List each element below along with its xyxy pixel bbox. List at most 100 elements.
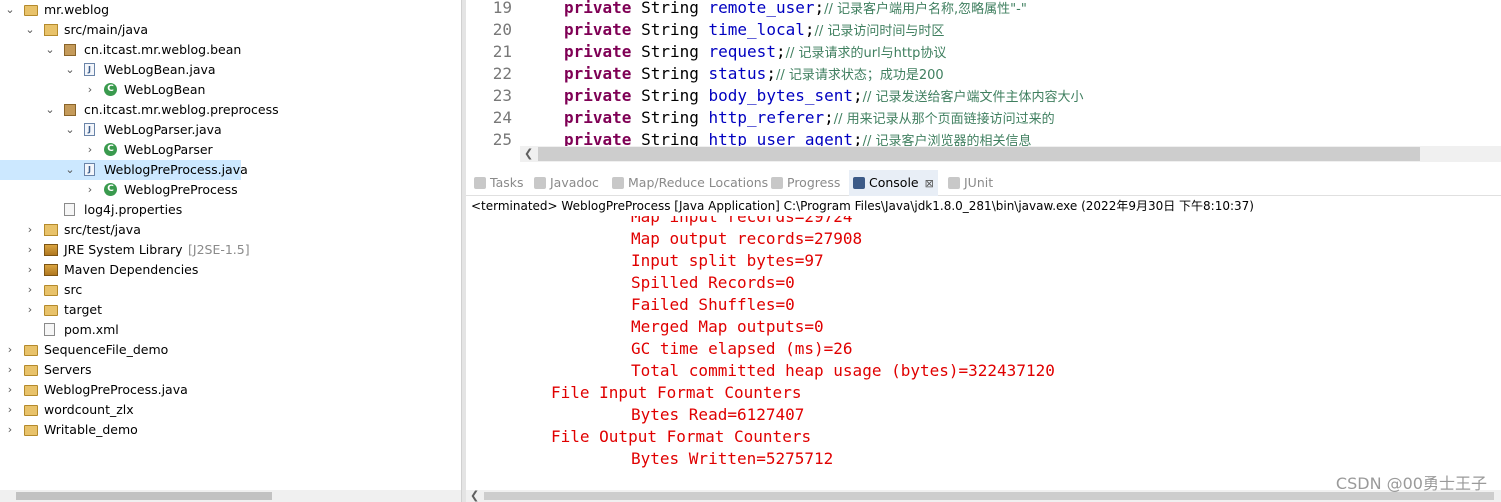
tree-item-label: pom.xml [64,322,119,337]
keyword: private [564,0,632,17]
chevron-right-icon[interactable]: › [84,80,96,100]
chevron-down-icon[interactable]: ⌄ [44,100,56,120]
tree-item[interactable]: ⌄ J WeblogPreProcess.java [0,160,248,180]
tree-item[interactable]: › C WebLogBean [0,80,461,100]
explorer-scroll-thumb[interactable] [16,492,272,500]
tree-item[interactable]: › JRE System Library [J2SE-1.5] [0,240,461,260]
tree-item[interactable]: ⌄ J WebLogBean.java [0,60,461,80]
type-name: String [641,0,699,17]
tree-item[interactable]: ⌄ mr.weblog [0,0,461,20]
line-number: 20 [492,20,512,39]
chevron-right-icon[interactable]: › [84,140,96,160]
tree-item[interactable]: › C WebLogParser [0,140,461,160]
chevron-right-icon[interactable]: › [24,300,36,320]
package-explorer: ⌄ mr.weblog ⌄ src/main/java ⌄ cn.itcast.mr.we… [0,0,461,502]
source-folder-icon [44,224,58,236]
tree-item[interactable]: › C WeblogPreProcess [0,180,461,200]
java-file-icon: J [84,163,95,176]
tree-item[interactable]: › SequenceFile_demo [0,340,461,360]
tree-item[interactable]: › src/test/java [0,220,461,240]
tree-item[interactable]: ⌄ src/main/java [0,20,461,40]
tree-item-label: WeblogPreProcess [124,182,238,197]
scroll-left-icon[interactable]: ❮ [524,146,533,162]
code-comment: // 记录访问时间与时区 [814,24,945,39]
code-line[interactable]: 24 private String http_referer;// 用来记录从那个… [466,107,1501,129]
code-line[interactable]: 23 private String body_bytes_sent;// 记录发送… [466,85,1501,107]
tree-item[interactable]: log4j.properties [0,200,461,220]
chevron-right-icon[interactable]: › [24,220,36,240]
console-icon [853,177,865,189]
close-icon[interactable]: ⊠ [925,177,934,190]
tab-console[interactable]: Console ⊠ [849,170,938,196]
console-line: Bytes Written=5275712 [631,449,834,468]
code-comment: // 记录客户浏览器的相关信息 [862,134,1032,146]
scroll-left-icon[interactable]: ❮ [470,490,479,502]
field-name: request [708,42,776,61]
package-icon [64,44,76,56]
chevron-right-icon[interactable]: › [24,240,36,260]
tab-map-reduce-locations[interactable]: Map/Reduce Locations [612,170,768,196]
tab-label: Tasks [490,175,524,190]
project-icon [24,405,38,416]
chevron-down-icon[interactable]: ⌄ [24,20,36,40]
field-name: status [708,64,767,83]
tree-item-label: WebLogBean.java [104,62,216,77]
editor-scroll-thumb[interactable] [538,147,1420,161]
field-name: http_referer [708,108,825,127]
junit-icon [948,177,960,189]
tree-item[interactable]: › wordcount_zlx [0,400,461,420]
chevron-down-icon[interactable]: ⌄ [64,60,76,80]
tab-tasks[interactable]: Tasks [474,170,524,196]
chevron-right-icon[interactable]: › [4,420,16,440]
tree-item-label: target [64,302,103,317]
code-editor[interactable]: 19 private String remote_user;// 记录客户端用户名… [466,0,1501,146]
chevron-down-icon[interactable]: ⌄ [64,120,76,140]
tab-progress[interactable]: Progress [771,170,840,196]
keyword: private [564,64,632,83]
tree-item-label: src/test/java [64,222,141,237]
chevron-right-icon[interactable]: › [4,360,16,380]
tree-item[interactable]: pom.xml [0,320,461,340]
tree-item[interactable]: › target [0,300,461,320]
line-number: 21 [492,42,512,61]
line-number: 23 [492,86,512,105]
chevron-right-icon[interactable]: › [84,180,96,200]
tree-item[interactable]: › src [0,280,461,300]
chevron-right-icon[interactable]: › [24,260,36,280]
watermark: CSDN @00勇士王子 [1335,474,1487,493]
chevron-right-icon[interactable]: › [24,280,36,300]
tab-label: Progress [787,175,841,190]
editor-horizontal-scrollbar[interactable]: ❮ [520,146,1501,162]
tree-item[interactable]: ⌄ cn.itcast.mr.weblog.bean [0,40,461,60]
code-line[interactable]: 25 private String http_user_agent;// 记录客户… [466,129,1501,146]
tree-item[interactable]: › Writable_demo [0,420,461,440]
chevron-right-icon[interactable]: › [4,380,16,400]
tree-item[interactable]: ⌄ J WebLogParser.java [0,120,461,140]
explorer-horizontal-scrollbar[interactable] [0,490,461,502]
code-comment: // 用来记录从那个页面链接访问过来的 [833,112,1055,127]
chevron-down-icon[interactable]: ⌄ [64,160,76,180]
chevron-right-icon[interactable]: › [4,340,16,360]
chevron-down-icon[interactable]: ⌄ [44,40,56,60]
tab-javadoc[interactable]: Javadoc [534,170,599,196]
tree-item[interactable]: › Servers [0,360,461,380]
code-comment: // 记录发送给客户端文件主体内容大小 [862,90,1084,105]
library-icon [44,244,58,256]
chevron-down-icon[interactable]: ⌄ [4,0,16,20]
keyword: private [564,108,632,127]
code-line[interactable]: 22 private String status;// 记录请求状态；成功是200 [466,63,1501,85]
code-line[interactable]: 21 private String request;// 记录请求的url与htt… [466,41,1501,63]
line-number: 25 [492,130,512,146]
tree-item-label: Writable_demo [44,422,138,437]
folder-icon [44,285,58,296]
tree-item[interactable]: ⌄ cn.itcast.mr.weblog.preprocess [0,100,461,120]
tree-item[interactable]: › WeblogPreProcess.java [0,380,461,400]
chevron-right-icon[interactable]: › [4,400,16,420]
tab-junit[interactable]: JUnit [948,170,993,196]
tree-item[interactable]: › Maven Dependencies [0,260,461,280]
code-line[interactable]: 20 private String time_local;// 记录访问时间与时区 [466,19,1501,41]
code-line[interactable]: 19 private String remote_user;// 记录客户端用户名… [466,0,1501,19]
code-text: private String http_referer;// 用来记录从那个页面… [564,108,1055,127]
console-output[interactable]: Map input records=29724 Map output record… [466,216,1501,490]
field-name: time_local [708,20,805,39]
